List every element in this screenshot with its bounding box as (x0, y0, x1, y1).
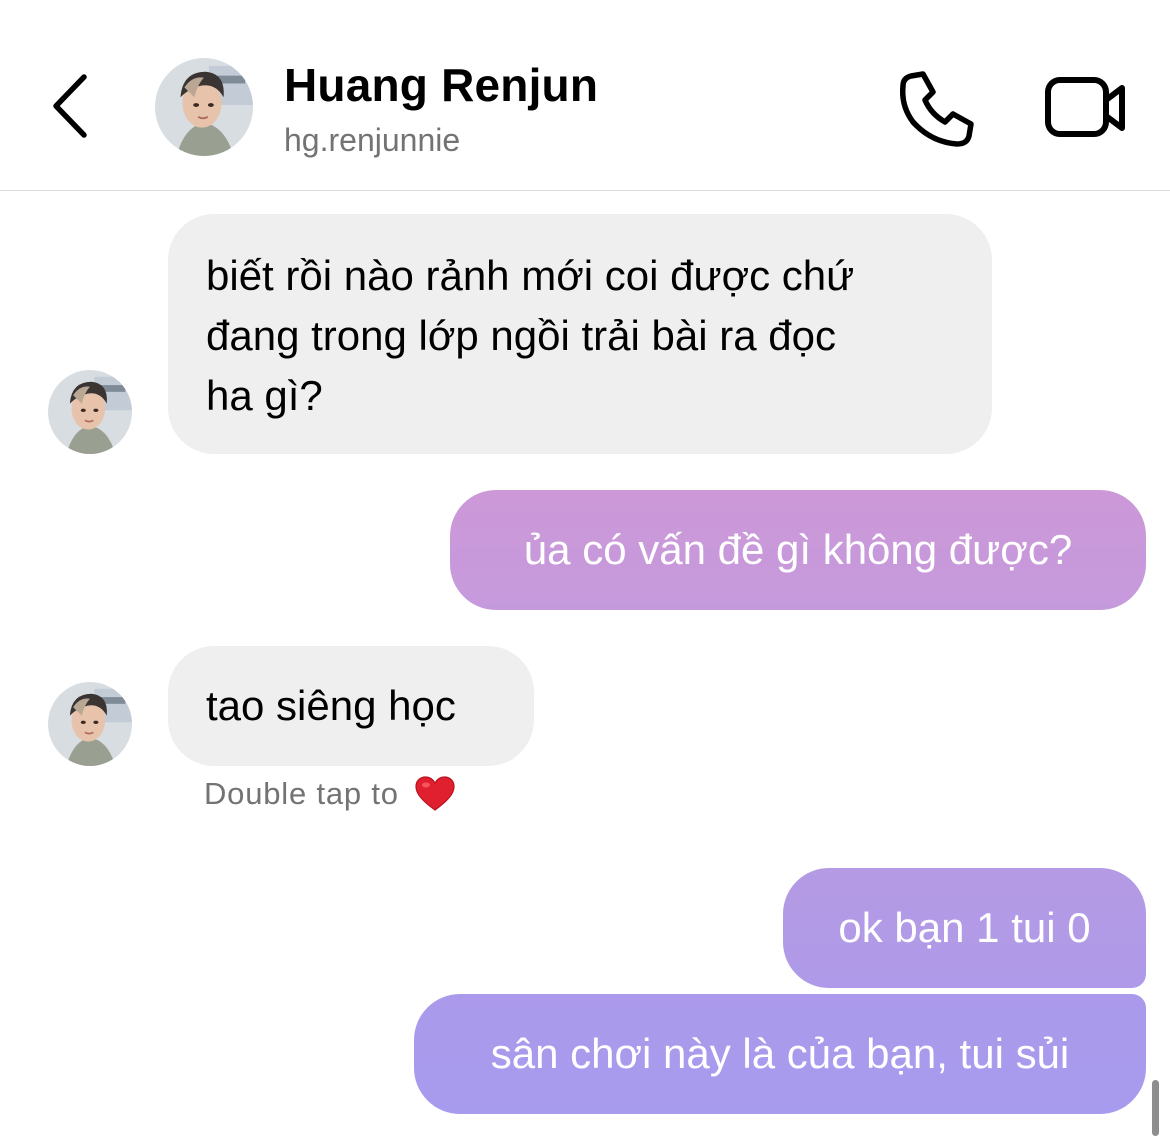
message-bubble-outgoing[interactable]: sân chơi này là của bạn, tui sủi (414, 994, 1146, 1114)
hint-text: Double tap to (204, 776, 399, 811)
message-line: đang trong lớp ngồi trải bài ra đọc (206, 312, 836, 359)
message-text: tao siêng học (206, 682, 456, 729)
contact-avatar[interactable] (155, 58, 253, 156)
message-line: biết rồi nào rảnh mới coi được chứ (206, 252, 855, 299)
message-bubble-incoming[interactable]: tao siêng học (168, 646, 534, 766)
sender-avatar[interactable] (48, 682, 132, 766)
double-tap-hint: Double tap to (204, 776, 455, 812)
message-text: sân chơi này là của bạn, tui sủi (490, 1030, 1070, 1077)
back-button[interactable] (40, 66, 100, 146)
heart-icon (415, 776, 455, 811)
message-bubble-incoming[interactable]: biết rồi nào rảnh mới coi được chứ đang … (168, 214, 992, 454)
phone-icon (899, 71, 974, 147)
message-bubble-outgoing[interactable]: ủa có vấn đề gì không được? (450, 490, 1146, 610)
message-line: ha gì? (206, 372, 323, 419)
message-text: ủa có vấn đề gì không được? (523, 526, 1073, 573)
video-call-button[interactable] (1040, 66, 1130, 150)
contact-handle: hg.renjunnie (284, 122, 461, 158)
contact-name[interactable]: Huang Renjun (284, 58, 598, 112)
video-camera-icon (1045, 77, 1125, 137)
message-bubble-outgoing[interactable]: ok bạn 1 tui 0 (783, 868, 1146, 988)
chat-screen: Huang Renjun hg.renjunnie biết rồi nào r… (0, 0, 1170, 1136)
sender-avatar[interactable] (48, 370, 132, 454)
audio-call-button[interactable] (895, 66, 979, 150)
chat-header: Huang Renjun hg.renjunnie (0, 0, 1170, 191)
scroll-indicator[interactable] (1152, 1080, 1159, 1136)
chevron-left-icon (53, 74, 87, 138)
message-text: ok bạn 1 tui 0 (838, 904, 1091, 951)
